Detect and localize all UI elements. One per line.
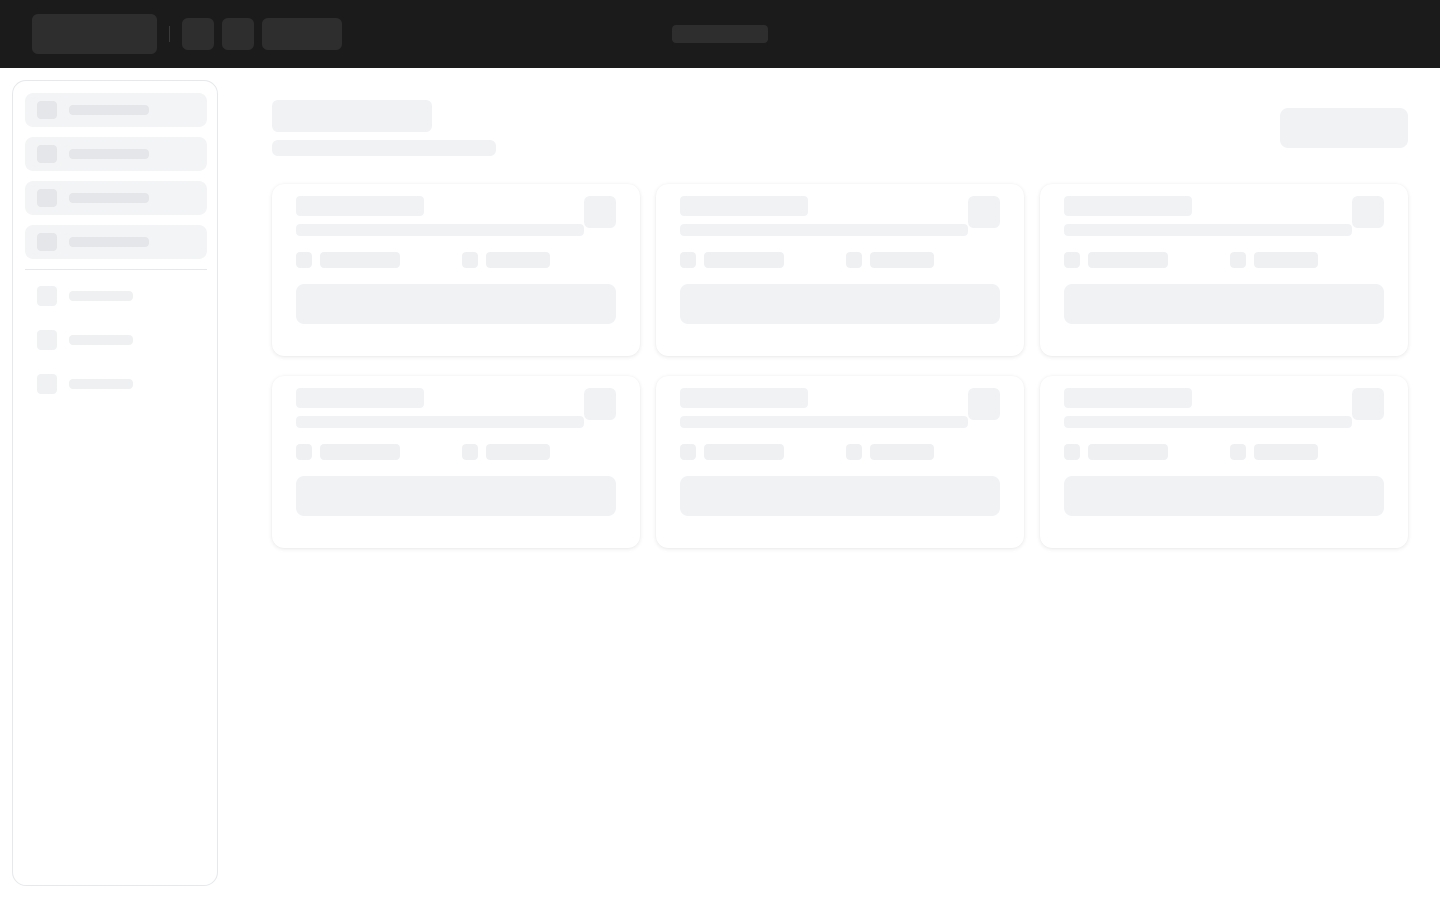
app-logo-placeholder[interactable] [32, 14, 157, 54]
card-meta-icon-placeholder [1064, 444, 1080, 460]
card-placeholder[interactable] [272, 376, 640, 548]
toolbar-icon-button-placeholder[interactable] [182, 18, 214, 50]
card-description-placeholder [296, 224, 584, 236]
card-icon-placeholder [968, 196, 1000, 228]
card-action-button-placeholder[interactable] [680, 476, 1000, 516]
card-meta-icon-placeholder [296, 444, 312, 460]
card-meta-icon-placeholder [680, 252, 696, 268]
topbar-divider [169, 26, 170, 42]
card-placeholder[interactable] [1040, 184, 1408, 356]
card-action-button-placeholder[interactable] [1064, 476, 1384, 516]
card-meta-icon-placeholder [846, 444, 862, 460]
card-placeholder[interactable] [656, 184, 1024, 356]
sidebar-item-icon-placeholder [37, 286, 57, 306]
page-title-placeholder [272, 100, 432, 132]
card-meta-text-placeholder [870, 444, 934, 460]
card-title-placeholder [1064, 388, 1192, 408]
card-meta-text-placeholder [1254, 444, 1318, 460]
sidebar-item-label-placeholder [69, 335, 133, 345]
card-placeholder[interactable] [656, 376, 1024, 548]
sidebar-item-icon-placeholder [37, 330, 57, 350]
sidebar-item-icon-placeholder [37, 374, 57, 394]
sidebar-item-icon-placeholder [37, 145, 57, 163]
sidebar-item-icon-placeholder [37, 233, 57, 251]
card-action-button-placeholder[interactable] [296, 284, 616, 324]
sidebar-item-label-placeholder [69, 291, 133, 301]
card-meta-icon-placeholder [680, 444, 696, 460]
card-icon-placeholder [584, 196, 616, 228]
page-subtitle-placeholder [272, 140, 496, 156]
card-meta-text-placeholder [320, 444, 400, 460]
card-description-placeholder [1064, 224, 1352, 236]
sidebar-item-icon-placeholder [37, 101, 57, 119]
toolbar-icon-button-placeholder[interactable] [222, 18, 254, 50]
card-description-placeholder [296, 416, 584, 428]
sidebar-secondary-item-placeholder[interactable] [37, 286, 207, 308]
card-meta-text-placeholder [1088, 444, 1168, 460]
card-meta-icon-placeholder [296, 252, 312, 268]
sidebar-item-icon-placeholder [37, 189, 57, 207]
sidebar-item-label-placeholder [69, 193, 149, 203]
sidebar-item-label-placeholder [69, 237, 149, 247]
card-meta-icon-placeholder [1230, 444, 1246, 460]
primary-action-button-placeholder[interactable] [1280, 108, 1408, 148]
card-action-button-placeholder[interactable] [296, 476, 616, 516]
card-title-placeholder [296, 388, 424, 408]
card-meta-text-placeholder [486, 252, 550, 268]
card-meta-text-placeholder [1088, 252, 1168, 268]
sidebar-divider [25, 269, 207, 270]
card-meta-text-placeholder [704, 252, 784, 268]
sidebar-item-placeholder[interactable] [25, 137, 207, 171]
card-placeholder[interactable] [272, 184, 640, 356]
card-title-placeholder [296, 196, 424, 216]
card-description-placeholder [1064, 416, 1352, 428]
card-title-placeholder [680, 196, 808, 216]
card-meta-text-placeholder [320, 252, 400, 268]
sidebar-secondary-item-placeholder[interactable] [37, 374, 207, 396]
sidebar-item-label-placeholder [69, 149, 149, 159]
card-action-button-placeholder[interactable] [1064, 284, 1384, 324]
card-meta-text-placeholder [704, 444, 784, 460]
card-icon-placeholder [1352, 388, 1384, 420]
sidebar-item-label-placeholder [69, 379, 133, 389]
sidebar-item-placeholder[interactable] [25, 225, 207, 259]
card-meta-icon-placeholder [1064, 252, 1080, 268]
window-title-placeholder [672, 25, 768, 43]
card-icon-placeholder [968, 388, 1000, 420]
sidebar-item-placeholder[interactable] [25, 93, 207, 127]
sidebar-item-placeholder[interactable] [25, 181, 207, 215]
card-description-placeholder [680, 224, 968, 236]
card-placeholder[interactable] [1040, 376, 1408, 548]
sidebar-item-label-placeholder [69, 105, 149, 115]
card-title-placeholder [1064, 196, 1192, 216]
card-icon-placeholder [584, 388, 616, 420]
toolbar-button-placeholder[interactable] [262, 18, 342, 50]
card-meta-text-placeholder [1254, 252, 1318, 268]
card-icon-placeholder [1352, 196, 1384, 228]
top-bar [0, 0, 1440, 68]
card-meta-text-placeholder [486, 444, 550, 460]
card-meta-icon-placeholder [462, 252, 478, 268]
card-meta-icon-placeholder [462, 444, 478, 460]
card-title-placeholder [680, 388, 808, 408]
sidebar-secondary-item-placeholder[interactable] [37, 330, 207, 352]
card-meta-text-placeholder [870, 252, 934, 268]
card-meta-icon-placeholder [846, 252, 862, 268]
card-description-placeholder [680, 416, 968, 428]
sidebar [12, 80, 218, 886]
card-meta-icon-placeholder [1230, 252, 1246, 268]
card-action-button-placeholder[interactable] [680, 284, 1000, 324]
